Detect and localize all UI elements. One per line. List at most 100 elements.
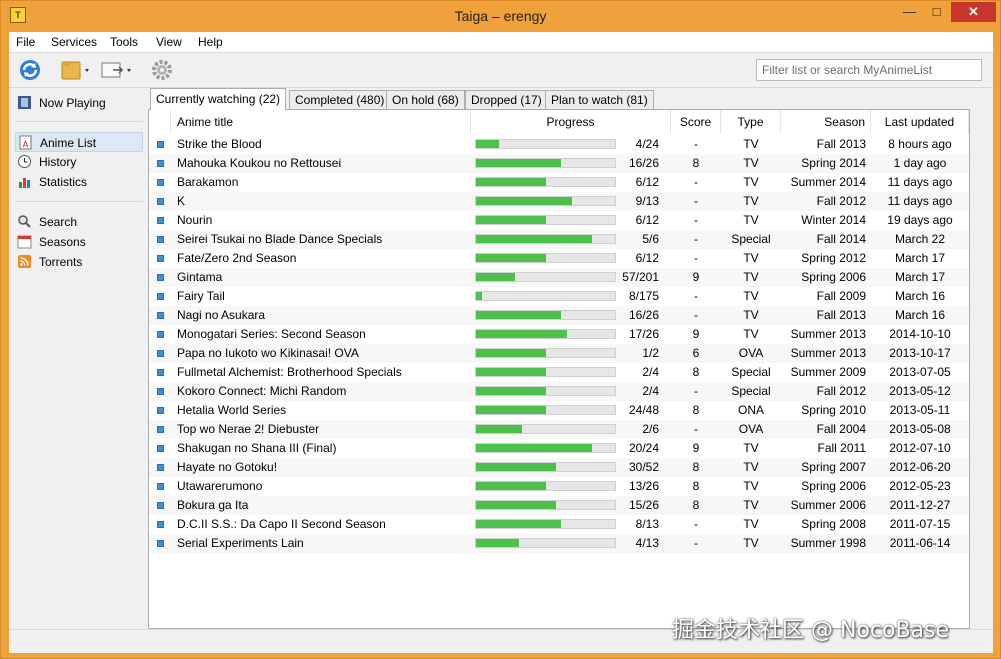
status-indicator-icon — [157, 540, 164, 547]
sidebar-item-search[interactable]: Search — [15, 212, 143, 232]
menu-view[interactable]: View — [156, 35, 182, 49]
sidebar-item-anime-list[interactable]: A Anime List — [15, 132, 143, 152]
progress-bar — [475, 462, 616, 472]
sidebar-item-history[interactable]: History — [15, 152, 143, 172]
tab-completed[interactable]: Completed (480) — [289, 90, 391, 109]
table-row[interactable]: Kokoro Connect: Michi Random 2/4 - Special F… — [149, 382, 969, 401]
magnifier-icon — [18, 215, 31, 228]
anime-title: Top wo Nerae 2! Diebuster — [177, 422, 320, 436]
score-value: - — [694, 517, 698, 531]
table-row[interactable]: Seirei Tsukai no Blade Dance Specials 5/6… — [149, 230, 969, 249]
last-updated-value: 8 hours ago — [888, 137, 952, 151]
maximize-button[interactable]: □ — [923, 2, 950, 22]
episode-progress: 16/26 — [628, 308, 659, 322]
table-row[interactable]: Hayate no Gotoku! 30/52 8 TV Spring 2007 2012… — [149, 458, 969, 477]
table-row[interactable]: Monogatari Series: Second Season 17/26 9 TV… — [149, 325, 969, 344]
last-updated-value: 2012-06-20 — [889, 460, 951, 474]
refresh-icon — [20, 60, 40, 80]
sidebar: Now Playing A Anime List History Statist… — [9, 88, 148, 652]
season-value: Spring 2006 — [801, 270, 866, 284]
table-row[interactable]: D.C.II S.S.: Da Capo II Second Season 8/1… — [149, 515, 969, 534]
synchronize-button[interactable] — [17, 57, 45, 83]
sidebar-item-now-playing[interactable]: Now Playing — [15, 93, 143, 113]
table-row[interactable]: Utawarerumono 13/26 8 TV Spring 2006 2012-05-… — [149, 477, 969, 496]
status-indicator-icon — [157, 198, 164, 205]
anime-title: Monogatari Series: Second Season — [177, 327, 366, 341]
table-row[interactable]: Bokura ga Ita 15/26 8 TV Summer 2006 2011-12-… — [149, 496, 969, 515]
progress-bar-fill — [476, 178, 546, 186]
type-value: ONA — [737, 403, 764, 417]
table-row[interactable]: Fairy Tail 8/175 - TV Fall 2009 March 16 — [149, 287, 969, 306]
title-bar[interactable]: T Taiga – erengy — □ ✕ — [1, 1, 1000, 31]
season-value: Spring 2007 — [801, 460, 866, 474]
episode-progress: 30/52 — [628, 460, 659, 474]
status-indicator-icon — [157, 179, 164, 186]
type-value: TV — [743, 137, 759, 151]
season-value: Fall 2014 — [816, 232, 866, 246]
minimize-button[interactable]: — — [896, 2, 923, 22]
table-row[interactable]: Fate/Zero 2nd Season 6/12 - TV Spring 2012 Ma… — [149, 249, 969, 268]
progress-bar-fill — [476, 349, 546, 357]
anime-title: Fullmetal Alchemist: Brotherhood Special… — [177, 365, 402, 379]
anime-title: Shakugan no Shana III (Final) — [177, 441, 337, 455]
tab-plan-to-watch[interactable]: Plan to watch (81) — [545, 90, 654, 109]
svg-text:A: A — [23, 140, 29, 149]
score-value: 8 — [692, 156, 700, 170]
score-value: 8 — [692, 479, 700, 493]
column-header-season[interactable]: Season — [781, 110, 871, 134]
column-header-status[interactable] — [149, 110, 171, 134]
menu-help[interactable]: Help — [198, 35, 223, 49]
menu-file[interactable]: File — [16, 35, 35, 49]
sidebar-item-torrents[interactable]: Torrents — [15, 252, 143, 272]
menu-services[interactable]: Services — [51, 35, 97, 49]
status-indicator-icon — [157, 293, 164, 300]
type-value: TV — [743, 498, 759, 512]
episode-progress: 6/12 — [635, 251, 659, 265]
table-row[interactable]: Fullmetal Alchemist: Brotherhood Special… — [149, 363, 969, 382]
progress-bar-fill — [476, 406, 546, 414]
anime-title: Mahouka Koukou no Rettousei — [177, 156, 342, 170]
column-header-type[interactable]: Type — [721, 110, 781, 134]
episode-progress: 6/12 — [635, 213, 659, 227]
table-row[interactable]: Hetalia World Series 24/48 8 ONA Spring 2010… — [149, 401, 969, 420]
score-value: - — [694, 308, 698, 322]
tab-currently-watching[interactable]: Currently watching (22) — [150, 88, 287, 110]
table-row[interactable]: Serial Experiments Lain 4/13 - TV Summer 199… — [149, 534, 969, 553]
sidebar-item-statistics[interactable]: Statistics — [15, 172, 143, 192]
export-button[interactable] — [99, 57, 135, 83]
menu-tools[interactable]: Tools — [110, 35, 138, 49]
season-value: Spring 2010 — [801, 403, 866, 417]
table-row[interactable]: Nagi no Asukara 16/26 - TV Fall 2013 March 16 — [149, 306, 969, 325]
column-header-last-updated[interactable]: Last updated — [871, 110, 969, 134]
close-button[interactable]: ✕ — [951, 2, 996, 22]
search-input[interactable] — [756, 59, 982, 81]
type-value: TV — [743, 175, 759, 189]
column-header-score[interactable]: Score — [671, 110, 721, 134]
table-row[interactable]: Papa no Iukoto wo Kikinasai! OVA 1/2 6 OVA S… — [149, 344, 969, 363]
table-row[interactable]: Top wo Nerae 2! Diebuster 2/6 - OVA Fall 200… — [149, 420, 969, 439]
season-value: Fall 2012 — [816, 194, 866, 208]
tab-dropped[interactable]: Dropped (17) — [465, 90, 548, 109]
table-row[interactable]: Shakugan no Shana III (Final) 20/24 9 TV Fal… — [149, 439, 969, 458]
table-row[interactable]: Nourin 6/12 - TV Winter 2014 19 days ago — [149, 211, 969, 230]
table-row[interactable]: Gintama 57/201 9 TV Spring 2006 March 17 — [149, 268, 969, 287]
status-indicator-icon — [157, 274, 164, 281]
sidebar-item-seasons[interactable]: Seasons — [15, 232, 143, 252]
progress-bar — [475, 310, 616, 320]
last-updated-value: 19 days ago — [887, 213, 953, 227]
column-header-progress[interactable]: Progress — [471, 110, 671, 134]
column-header-title[interactable]: Anime title — [171, 110, 471, 134]
tab-on-hold[interactable]: On hold (68) — [386, 90, 465, 109]
episode-progress: 13/26 — [628, 479, 659, 493]
folders-button[interactable] — [59, 57, 95, 83]
table-row[interactable]: Strike the Blood 4/24 - TV Fall 2013 8 hours … — [149, 135, 969, 154]
toolbar — [9, 53, 993, 88]
table-row[interactable]: K 9/13 - TV Fall 2012 11 days ago — [149, 192, 969, 211]
progress-bar-fill — [476, 539, 519, 547]
status-indicator-icon — [157, 160, 164, 167]
table-row[interactable]: Barakamon 6/12 - TV Summer 2014 11 days ago — [149, 173, 969, 192]
status-indicator-icon — [157, 464, 164, 471]
table-row[interactable]: Mahouka Koukou no Rettousei 16/26 8 TV Sprin… — [149, 154, 969, 173]
progress-bar-fill — [476, 216, 546, 224]
settings-button[interactable] — [149, 57, 175, 83]
